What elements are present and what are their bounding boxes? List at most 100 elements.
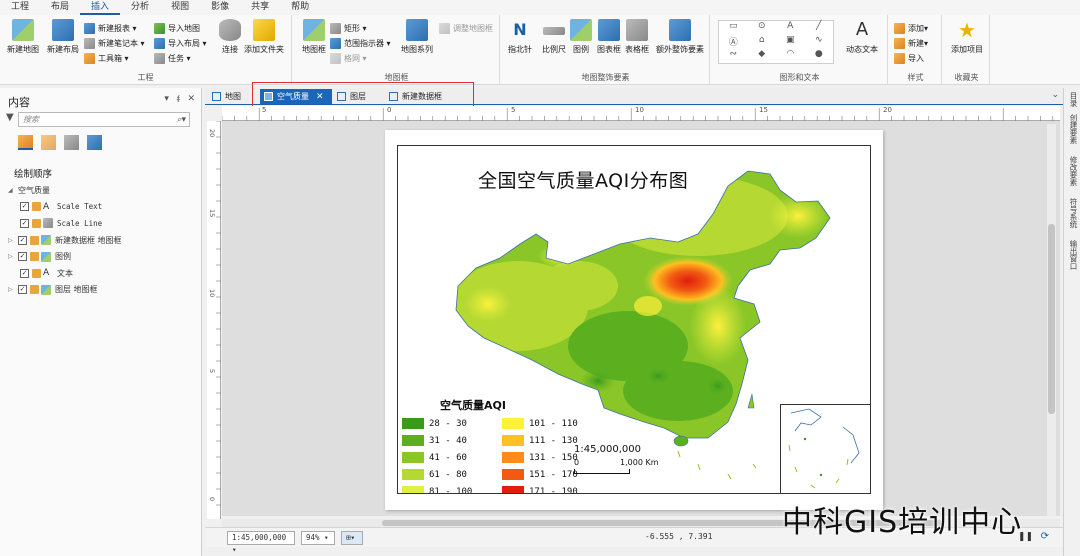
filter-icon[interactable]: ▼ <box>6 112 14 123</box>
polyline-icon[interactable]: ∿ <box>805 35 834 49</box>
tab-modify-features[interactable]: 修改要素 <box>1066 156 1079 186</box>
editing-icon[interactable] <box>64 135 79 150</box>
visibility-checkbox[interactable]: ✓ <box>20 218 29 228</box>
refresh-icon[interactable]: ⟳ <box>1041 531 1049 542</box>
visibility-checkbox[interactable]: ✓ <box>18 235 27 245</box>
vertical-scroll-thumb[interactable] <box>1048 224 1055 414</box>
new-map-button[interactable]: 新建地图 <box>3 19 43 55</box>
text-icon[interactable]: A <box>776 21 805 35</box>
lock-icon[interactable] <box>30 285 39 295</box>
style-new-button[interactable]: 新建 ▾ <box>894 37 928 50</box>
table-frame-button[interactable]: 表格框 <box>620 19 654 55</box>
selection-icon[interactable] <box>41 135 56 150</box>
drawing-order-icon[interactable] <box>18 135 33 150</box>
expand-icon[interactable]: ▷ <box>8 286 18 293</box>
visibility-checkbox[interactable]: ✓ <box>20 202 29 212</box>
task-button[interactable]: 任务 ▾ <box>154 52 191 65</box>
expand-icon[interactable]: ▷ <box>8 253 18 260</box>
contents-search-input[interactable]: 搜索 ⌕▾ <box>18 112 190 127</box>
menu-help[interactable]: 帮助 <box>280 0 320 15</box>
menu-project[interactable]: 工程 <box>0 0 40 15</box>
menu-insert[interactable]: 插入 <box>80 0 121 15</box>
vertical-scrollbar[interactable] <box>1047 124 1056 516</box>
zoom-selector[interactable]: 94% ▾ <box>301 531 335 545</box>
legend-title[interactable]: 空气质量AQI <box>440 397 506 413</box>
menu-analysis[interactable]: 分析 <box>120 0 160 15</box>
dot-icon[interactable]: ● <box>805 49 834 63</box>
tree-layout-root[interactable]: ◢ 空气质量 <box>8 182 198 199</box>
layout-page[interactable]: 全国空气质量AQI分布图 空气质量AQI 28 - 30 31 - 40 41 - … <box>385 130 883 510</box>
pane-close-icon[interactable]: ✕ <box>187 94 195 105</box>
menu-layout[interactable]: 布局 <box>40 0 80 15</box>
pane-pin-icon[interactable]: ᵮ <box>177 94 180 105</box>
lock-icon[interactable] <box>32 218 41 228</box>
tab-catalog[interactable]: 目录 <box>1066 92 1079 107</box>
lock-icon[interactable] <box>30 252 39 262</box>
north-arrow-button[interactable]: N 指北针 <box>502 19 538 55</box>
rectangle-shape-icon[interactable]: ▭ <box>719 21 748 35</box>
expand-icon[interactable]: ◢ <box>8 187 18 194</box>
marker-icon[interactable]: ⌂ <box>748 35 777 49</box>
tree-item-legend[interactable]: ▷ ✓ 图例 <box>8 248 198 265</box>
ruler-label: 10 <box>635 106 644 114</box>
tree-item-text[interactable]: ✓ A 文本 <box>8 265 198 282</box>
menu-imagery[interactable]: 影像 <box>200 0 240 15</box>
search-icon[interactable]: ⌕▾ <box>176 114 186 127</box>
add-item-button[interactable]: ★ 添加项目 <box>947 19 987 55</box>
extra-surround-button[interactable]: 额外整饰要素 <box>652 19 708 55</box>
scale-selector[interactable]: 1:45,000,000 ▾ <box>227 531 295 554</box>
tab-create-features[interactable]: 创建要素 <box>1066 114 1079 144</box>
fixed-zoom-toggle[interactable]: ⊞▾ <box>341 531 363 545</box>
tree-item-layers[interactable]: ▷ ✓ 图层 地图框 <box>8 282 198 299</box>
scale-text[interactable]: 1:45,000,000 <box>574 444 641 455</box>
new-report-button[interactable]: 新建报表 ▾ <box>84 22 137 35</box>
arc-icon[interactable]: ◠ <box>776 49 805 63</box>
tab-output-window[interactable]: 输出窗口 <box>1066 240 1079 270</box>
lock-icon[interactable] <box>32 202 41 212</box>
graphics-gallery[interactable]: ▭ ⊙ A ╱ Ⓐ ⌂ ▣ ∿ ∾ ◆ ◠ ● <box>718 20 834 64</box>
tabs-dropdown-icon[interactable]: ⌄ <box>1051 90 1059 100</box>
style-add-button[interactable]: 添加 ▾ <box>894 22 928 35</box>
map-frame-button[interactable]: 地图框 <box>294 19 334 55</box>
new-layout-button[interactable]: 新建布局 <box>43 19 83 55</box>
snapping-icon[interactable] <box>87 135 102 150</box>
tree-item-scale-text[interactable]: ✓ A Scale Text <box>8 199 198 216</box>
tab-map[interactable]: 地图 <box>208 89 245 104</box>
lock-icon[interactable] <box>32 268 41 278</box>
scale-bar[interactable] <box>574 469 630 474</box>
tree-item-scale-line[interactable]: ✓ Scale Line <box>8 215 198 232</box>
expand-icon[interactable]: ▷ <box>8 237 18 244</box>
map-title[interactable]: 全国空气质量AQI分布图 <box>478 166 688 193</box>
inset-map-frame[interactable] <box>780 404 870 493</box>
tab-symbology[interactable]: 符号系统 <box>1066 198 1079 228</box>
tree-item-new-data-frame[interactable]: ▷ ✓ 新建数据框 地图框 <box>8 232 198 249</box>
picture-icon[interactable]: ▣ <box>776 35 805 49</box>
line-icon[interactable]: ╱ <box>805 21 834 35</box>
extent-indicator-button[interactable]: 范围指示器 ▾ <box>330 37 391 50</box>
import-layout-button[interactable]: 导入布局 ▾ <box>154 37 207 50</box>
fill-icon[interactable]: ◆ <box>748 49 777 63</box>
menu-view[interactable]: 视图 <box>160 0 200 15</box>
new-notebook-button[interactable]: 新建笔记本 ▾ <box>84 37 145 50</box>
lock-icon[interactable] <box>30 235 39 245</box>
rectangle-button[interactable]: 矩形 ▾ <box>330 22 367 35</box>
dynamic-text-button[interactable]: A 动态文本 <box>840 19 884 55</box>
curve-icon[interactable]: ∾ <box>719 49 748 63</box>
import-map-button[interactable]: 导入地图 <box>154 22 200 35</box>
circle-icon[interactable]: Ⓐ <box>719 35 748 49</box>
menu-share[interactable]: 共享 <box>240 0 280 15</box>
add-folder-button[interactable]: 添加文件夹 <box>244 19 284 55</box>
grid-button[interactable]: 格网 ▾ <box>330 52 367 65</box>
pane-menu-icon[interactable]: ▾ <box>164 94 169 105</box>
visibility-checkbox[interactable]: ✓ <box>18 285 27 295</box>
layout-canvas[interactable]: 全国空气质量AQI分布图 空气质量AQI 28 - 30 31 - 40 41 - … <box>222 121 1060 516</box>
visibility-checkbox[interactable]: ✓ <box>20 268 29 278</box>
map-series-button[interactable]: 地图系列 <box>396 19 438 55</box>
reshape-button[interactable]: 调整地图框 <box>439 22 493 35</box>
style-import-button[interactable]: 导入 <box>894 52 924 65</box>
toolbox-button[interactable]: 工具箱 ▾ <box>84 52 129 65</box>
main-map-frame[interactable]: 全国空气质量AQI分布图 空气质量AQI 28 - 30 31 - 40 41 - … <box>397 145 871 494</box>
point-icon[interactable]: ⊙ <box>748 21 777 35</box>
map-tab-icon <box>212 92 221 101</box>
visibility-checkbox[interactable]: ✓ <box>18 252 27 262</box>
